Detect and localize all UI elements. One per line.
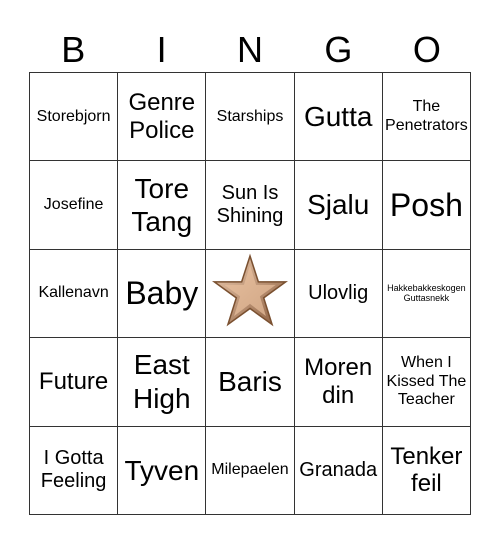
header-letter-g: G [324,29,353,70]
header-letter-b: B [61,29,86,70]
cell-label: Future [38,368,109,396]
cell-label: Sjalu [307,189,370,221]
bingo-cell[interactable]: When I Kissed The Teacher [382,338,471,427]
bingo-cell[interactable]: Starships [206,73,295,162]
bingo-cell[interactable]: Granada [294,426,383,515]
header-letter-i: I [156,29,167,70]
bingo-cell[interactable]: Baby [118,249,207,339]
bingo-cell[interactable]: Ulovlig [294,249,383,339]
cell-label: Josefine [43,195,104,213]
bingo-header: B I N G O [29,28,471,72]
cell-label: Starships [216,107,284,125]
cell-label: Gutta [303,100,373,132]
bingo-cell[interactable]: East High [118,338,207,427]
cell-label: Ulovlig [308,281,369,304]
bingo-cell[interactable]: Hakkebakkeskogen Guttasnekk [382,249,471,339]
cell-label: When I Kissed The Teacher [386,354,467,409]
bingo-cell[interactable]: Baris [206,338,295,427]
cell-label: Tenker feil [390,442,463,498]
cell-label: Posh [389,186,463,223]
bingo-card-grid: Storebjorn Genre Police Starships Gutta The … [29,72,471,515]
cell-label: Tore Tang [131,172,193,238]
bingo-cell[interactable]: Storebjorn [30,73,119,162]
header-letter-o: O [412,29,441,70]
star-icon [211,253,289,334]
bingo-cell[interactable]: Sun Is Shining [206,161,295,250]
cell-label: I Gotta Feeling [40,447,107,493]
bingo-cell[interactable]: Tenker feil [382,426,471,515]
cell-label: East High [132,349,191,414]
cell-label: Storebjorn [36,107,111,125]
bingo-cell[interactable]: Moren din [294,338,383,427]
cell-label: Tyven [124,454,200,486]
cell-label: Baris [218,366,282,398]
bingo-cell[interactable]: I Gotta Feeling [30,426,119,515]
header-letter-n: N [237,29,264,70]
bingo-cell[interactable]: Posh [382,161,471,250]
cell-label: Kallenavn [38,284,109,302]
bingo-cell[interactable]: Tyven [118,426,207,515]
bingo-cell[interactable]: Tore Tang [118,161,207,250]
free-space-cell[interactable] [206,249,295,339]
cell-label: Sun Is Shining [216,182,284,228]
cell-label: Granada [299,458,378,481]
bingo-cell[interactable]: Genre Police [118,73,207,162]
cell-label: Milepaelen [211,461,289,479]
cell-label: The Penetrators [385,98,468,134]
bingo-cell[interactable]: Gutta [294,73,383,162]
cell-label: Genre Police [128,89,196,144]
bingo-cell[interactable]: Kallenavn [30,249,119,339]
bingo-cell[interactable]: Future [30,338,119,427]
bingo-cell[interactable]: The Penetrators [382,73,471,162]
bingo-cell[interactable]: Milepaelen [206,426,295,515]
cell-label: Baby [125,275,199,312]
bingo-cell[interactable]: Sjalu [294,161,383,250]
cell-label: Moren din [304,354,373,409]
bingo-cell[interactable]: Josefine [30,161,119,250]
cell-label: Hakkebakkeskogen Guttasnekk [387,283,466,304]
